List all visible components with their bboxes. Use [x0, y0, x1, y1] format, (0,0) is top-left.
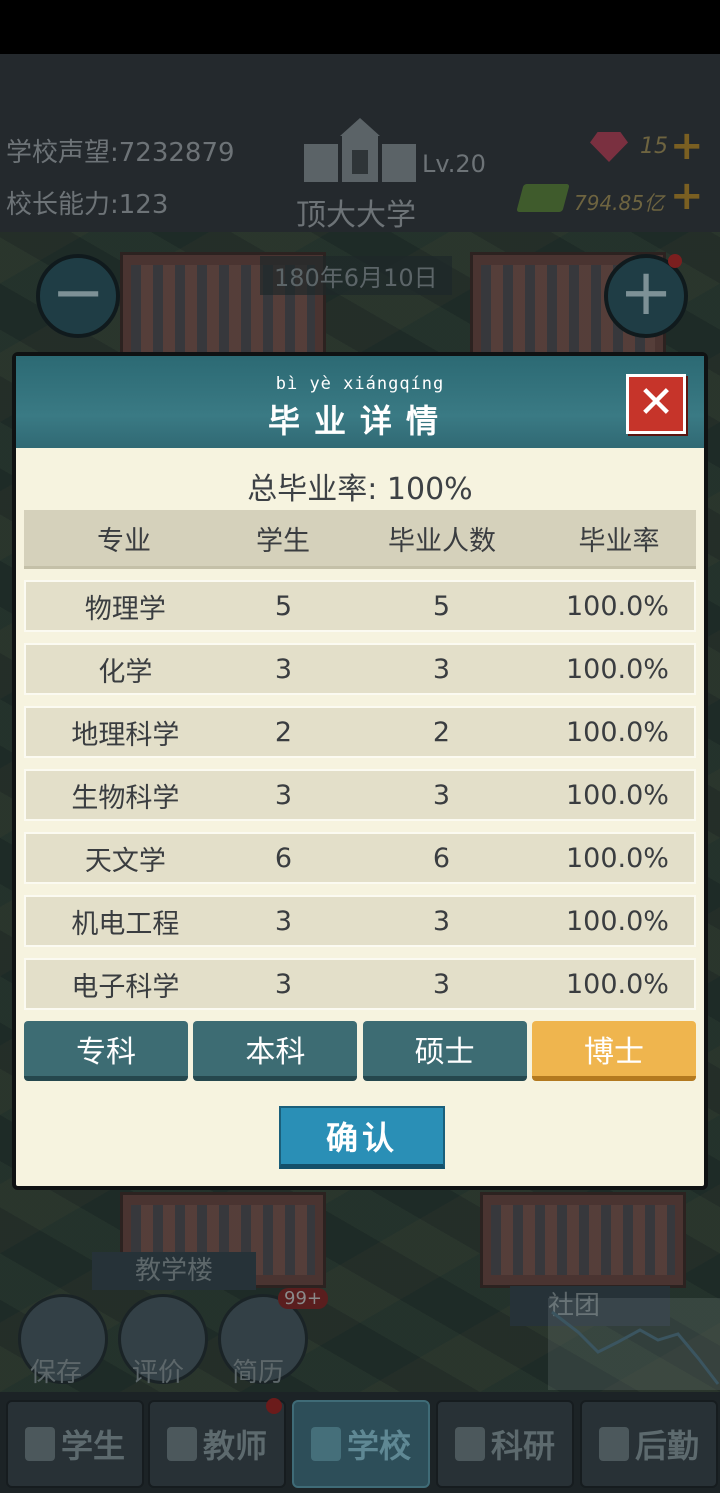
add-money-button[interactable]: + [670, 176, 704, 216]
nav-teachers-label: 教师 [202, 1427, 267, 1465]
save-label: 保存 [30, 1358, 83, 1388]
money-amount: 794.85亿 [574, 187, 664, 216]
school-name: 顶大大学 [296, 198, 416, 233]
building-label[interactable]: 教学楼 [92, 1252, 256, 1290]
header-rate: 毕业率 [578, 525, 660, 557]
cell-students: 3 [274, 779, 293, 811]
game-date: 180年6月10日 [260, 256, 452, 295]
cell-rate: 100.0% [565, 842, 669, 874]
ability: 校长能力:123 [6, 184, 168, 221]
table-row: 地理科学 2 2 100.0% [24, 706, 696, 758]
cell-major: 生物科学 [71, 782, 180, 814]
cell-rate: 100.0% [565, 590, 669, 622]
club-chart-widget[interactable] [548, 1298, 720, 1390]
table-row: 生物科学 3 3 100.0% [24, 769, 696, 821]
cell-major: 电子科学 [71, 971, 180, 1003]
top-info-bar: 学校声望:7232879 校长能力:123 Lv.20 顶大大学 15 + 79… [0, 54, 720, 233]
flask-icon [454, 1427, 485, 1461]
nav-research-label: 科研 [490, 1427, 555, 1465]
graduation-details-dialog: bì yè xiángqíng 毕业详情 ✕ 总毕业率: 100% 专业 学生 … [12, 352, 708, 1190]
cell-major: 物理学 [84, 593, 166, 625]
close-button[interactable]: ✕ [626, 374, 686, 434]
school-icon [302, 116, 418, 186]
school-nav-icon [310, 1427, 341, 1461]
cell-graduates: 3 [432, 653, 451, 685]
campus-building [480, 1192, 686, 1288]
cell-students: 3 [274, 968, 293, 1000]
cell-graduates: 3 [432, 905, 451, 937]
cell-rate: 100.0% [565, 905, 669, 937]
graduation-table: 专业 学生 毕业人数 毕业率 物理学 5 5 100.0% 化学 3 3 100… [24, 510, 696, 1010]
student-icon [24, 1427, 55, 1461]
table-header: 专业 学生 毕业人数 毕业率 [24, 510, 696, 569]
table-row: 天文学 6 6 100.0% [24, 832, 696, 884]
nav-school[interactable]: 学校 [292, 1400, 430, 1488]
zoom-out-button[interactable]: − [36, 254, 120, 338]
dialog-title-pinyin: bì yè xiángqíng [275, 374, 445, 394]
header-graduates: 毕业人数 [388, 525, 496, 557]
cell-rate: 100.0% [565, 716, 669, 748]
nav-school-label: 学校 [346, 1427, 411, 1465]
teacher-icon [166, 1427, 197, 1461]
cell-graduates: 3 [432, 968, 451, 1000]
nav-research[interactable]: 科研 [436, 1400, 574, 1488]
table-row: 化学 3 3 100.0% [24, 643, 696, 695]
ability-value: 123 [118, 190, 169, 220]
header-students: 学生 [256, 525, 310, 557]
ability-label: 校长能力: [6, 190, 119, 220]
money-unit: 亿 [643, 191, 664, 215]
nav-students[interactable]: 学生 [6, 1400, 144, 1488]
status-bar [0, 0, 720, 54]
money-value: 794.85 [574, 191, 644, 215]
nav-logistics-label: 后勤 [634, 1427, 699, 1465]
cell-graduates: 5 [432, 590, 451, 622]
table-row: 电子科学 3 3 100.0% [24, 958, 696, 1010]
cell-students: 5 [274, 590, 293, 622]
money-icon [516, 184, 570, 212]
rate-label: 评价 [132, 1358, 185, 1388]
logistics-icon [598, 1427, 629, 1461]
cell-major: 地理科学 [71, 719, 180, 751]
cell-graduates: 2 [432, 716, 451, 748]
nav-students-label: 学生 [60, 1427, 125, 1465]
tab-associate[interactable]: 专科 [24, 1021, 188, 1081]
cell-major: 化学 [98, 656, 153, 688]
degree-tabs: 专科 本科 硕士 博士 [24, 1021, 696, 1081]
dialog-header: bì yè xiángqíng 毕业详情 ✕ [16, 356, 704, 456]
cell-graduates: 6 [432, 842, 451, 874]
dialog-title: 毕业详情 [267, 402, 452, 440]
header-major: 专业 [97, 525, 151, 557]
reputation: 学校声望:7232879 [6, 132, 235, 169]
cell-rate: 100.0% [565, 653, 669, 685]
cell-students: 2 [274, 716, 293, 748]
resume-badge: 99+ [278, 1288, 328, 1309]
cell-major: 天文学 [84, 845, 166, 877]
table-row: 机电工程 3 3 100.0% [24, 895, 696, 947]
gem-count: 15 [640, 134, 668, 159]
reputation-value: 7232879 [118, 138, 235, 168]
cell-students: 3 [274, 653, 293, 685]
nav-teachers[interactable]: 教师 [148, 1400, 286, 1488]
tab-bachelor[interactable]: 本科 [193, 1021, 358, 1081]
bottom-nav: 学生 教师 学校 科研 后勤 [0, 1392, 720, 1493]
gem-icon [590, 132, 628, 162]
cell-rate: 100.0% [565, 779, 669, 811]
notification-dot [266, 1398, 282, 1414]
cell-students: 3 [274, 905, 293, 937]
confirm-button[interactable]: 确认 [279, 1106, 445, 1169]
cell-students: 6 [274, 842, 293, 874]
overall-graduation-rate: 总毕业率: 100% [247, 472, 473, 507]
nav-logistics[interactable]: 后勤 [580, 1400, 718, 1488]
notification-dot [668, 254, 682, 268]
cell-graduates: 3 [432, 779, 451, 811]
cell-rate: 100.0% [565, 968, 669, 1000]
cell-major: 机电工程 [71, 908, 180, 940]
reputation-label: 学校声望: [6, 138, 119, 168]
table-row: 物理学 5 5 100.0% [24, 580, 696, 632]
resume-label: 简历 [232, 1358, 285, 1388]
school-level: Lv.20 [422, 150, 486, 178]
add-gem-button[interactable]: + [670, 126, 704, 166]
tab-master[interactable]: 硕士 [362, 1021, 527, 1081]
tab-doctorate[interactable]: 博士 [531, 1021, 696, 1081]
